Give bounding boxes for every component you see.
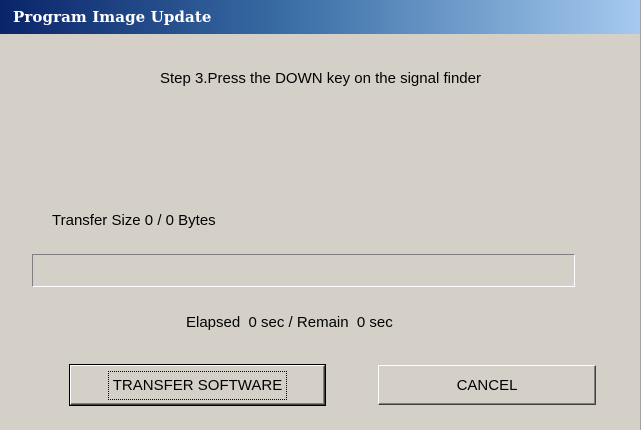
window-title: Program Image Update <box>13 8 212 26</box>
step-instruction: Step 3.Press the DOWN key on the signal … <box>160 70 481 87</box>
title-bar[interactable]: Program Image Update <box>0 0 641 34</box>
transfer-software-button[interactable]: TRANSFER SOFTWARE <box>69 364 326 406</box>
transfer-size-label: Transfer Size 0 / 0 Bytes <box>52 212 216 229</box>
program-image-update-dialog: Program Image Update Step 3.Press the DO… <box>0 0 641 430</box>
transfer-software-button-label: TRANSFER SOFTWARE <box>107 370 288 400</box>
cancel-button[interactable]: CANCEL <box>378 365 596 405</box>
transfer-progress-bar <box>32 254 575 287</box>
dialog-body: Step 3.Press the DOWN key on the signal … <box>0 34 641 430</box>
elapsed-remain-label: Elapsed 0 sec / Remain 0 sec <box>186 314 393 331</box>
cancel-button-label: CANCEL <box>456 376 518 394</box>
